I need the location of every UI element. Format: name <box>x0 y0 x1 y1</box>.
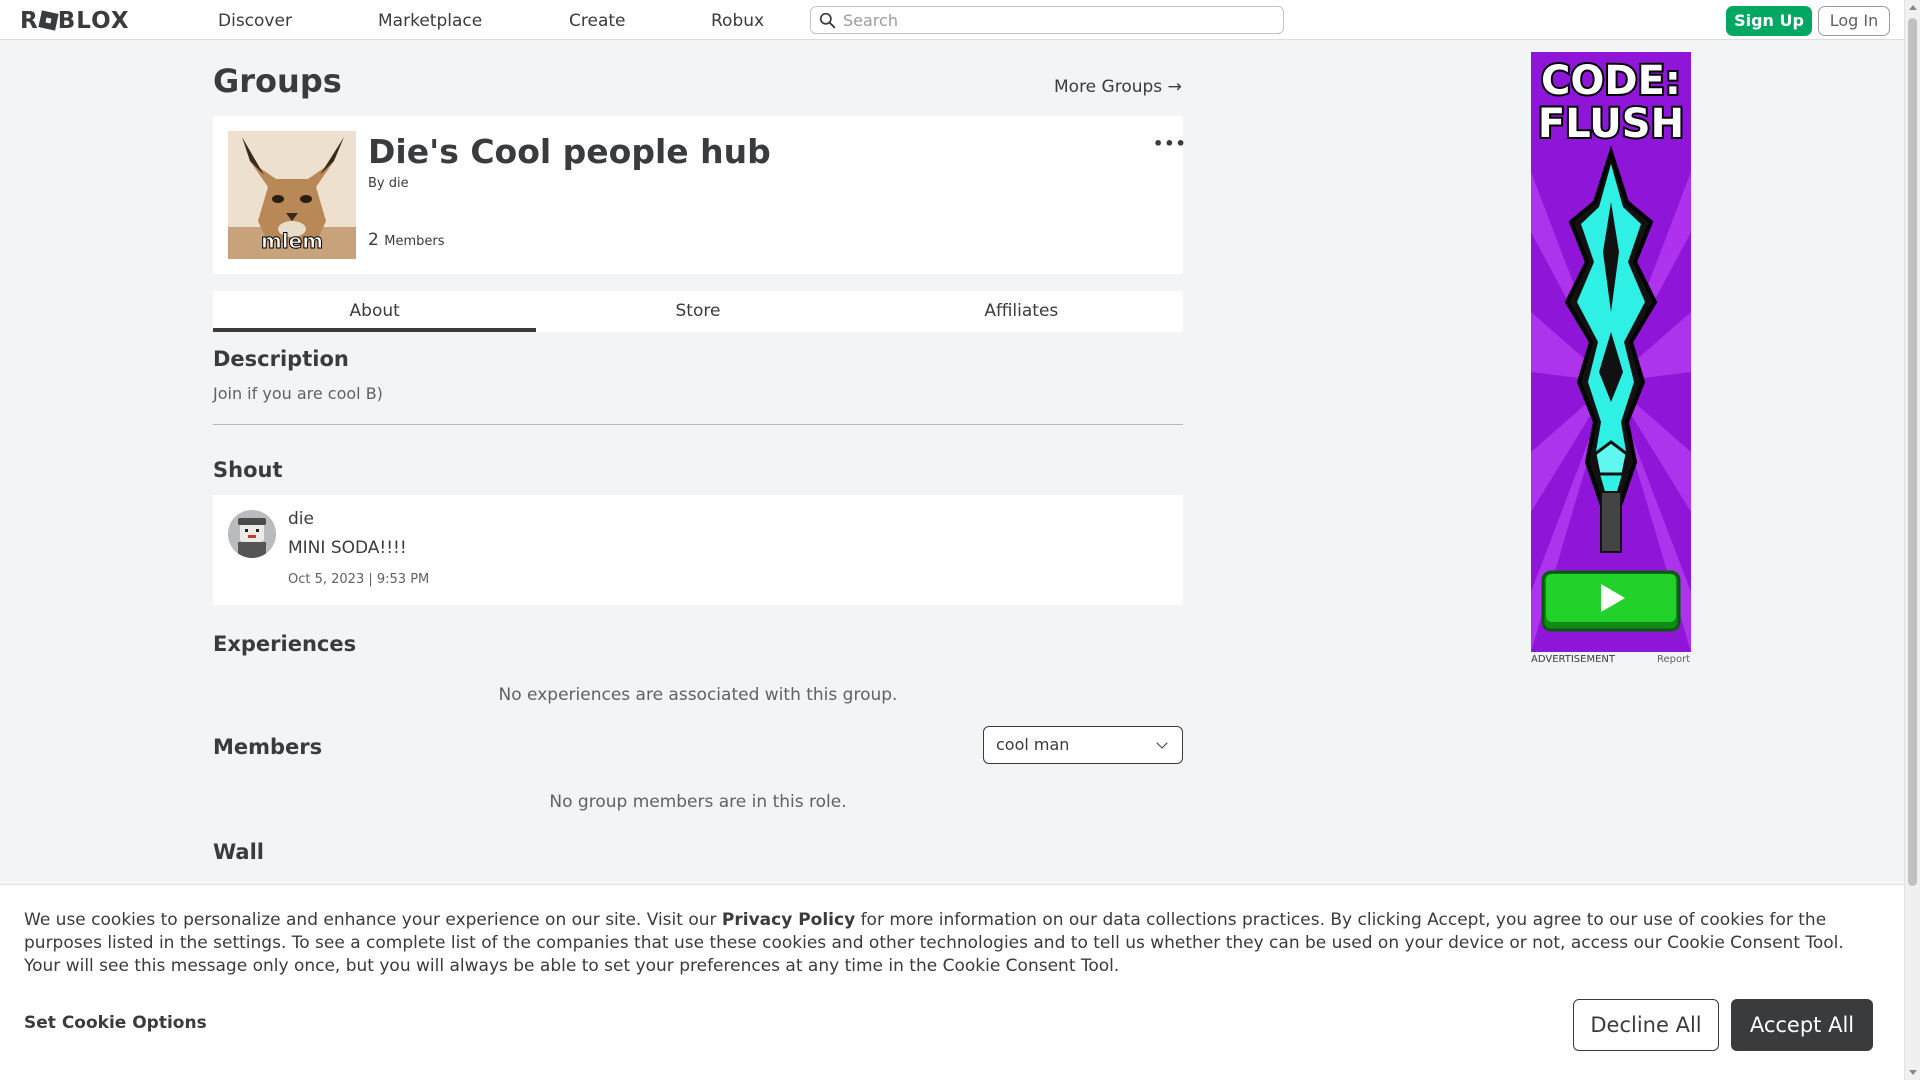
scroll-down-arrow-icon[interactable] <box>1909 1070 1917 1075</box>
scroll-thumb[interactable] <box>1908 18 1917 886</box>
description-heading: Description <box>213 347 349 371</box>
avatar[interactable] <box>228 510 276 558</box>
roblox-logo[interactable]: R BLOX <box>20 8 130 34</box>
members-heading: Members <box>213 735 323 759</box>
cookie-message: We use cookies to personalize and enhanc… <box>24 909 1884 978</box>
chevron-down-icon <box>1156 737 1168 749</box>
svg-text:FLUSH: FLUSH <box>1538 101 1684 147</box>
privacy-policy-link[interactable]: Privacy Policy <box>722 910 855 930</box>
description-text: Join if you are cool B) <box>213 384 383 403</box>
member-count-value: 2 <box>368 230 379 250</box>
decline-all-button[interactable]: Decline All <box>1573 999 1719 1051</box>
section-divider <box>213 424 1183 425</box>
nav-robux[interactable]: Robux <box>711 11 764 31</box>
more-groups-link[interactable]: More Groups → <box>1054 77 1182 97</box>
svg-text:mlem: mlem <box>261 229 323 253</box>
log-in-button[interactable]: Log In <box>1818 6 1890 36</box>
shout-username[interactable]: die <box>288 509 314 529</box>
report-ad-link[interactable]: Report <box>1657 654 1690 665</box>
tab-affiliates[interactable]: Affiliates <box>860 291 1183 332</box>
set-cookie-options-link[interactable]: Set Cookie Options <box>24 1013 207 1033</box>
cookie-text-start: We use cookies to personalize and enhanc… <box>24 910 722 930</box>
shout-message: MINI SODA!!!! <box>288 538 407 558</box>
svg-text:CODE:: CODE: <box>1541 58 1681 104</box>
group-header-card: mlem Die's Cool people hub By die 2 Memb… <box>213 116 1186 274</box>
experiences-empty-message: No experiences are associated with this … <box>498 685 898 705</box>
members-empty-message: No group members are in this role. <box>549 792 847 812</box>
shout-timestamp: Oct 5, 2023 | 9:53 PM <box>288 572 430 587</box>
group-owner-link[interactable]: die <box>389 176 409 191</box>
more-dots-icon[interactable]: ••• <box>1153 134 1187 153</box>
scroll-up-arrow-icon[interactable] <box>1909 5 1917 10</box>
page-title: Groups <box>213 62 342 100</box>
member-count-label: Members <box>384 234 445 249</box>
tab-about[interactable]: About <box>213 291 537 332</box>
group-owner-line: By die <box>368 176 409 191</box>
search-box[interactable] <box>810 6 1284 34</box>
shout-card: die MINI SODA!!!! Oct 5, 2023 | 9:53 PM <box>213 495 1183 605</box>
cookie-consent-banner: We use cookies to personalize and enhanc… <box>0 884 1904 1080</box>
accept-all-button[interactable]: Accept All <box>1731 999 1873 1051</box>
wall-heading: Wall <box>213 840 264 864</box>
experiences-heading: Experiences <box>213 632 357 656</box>
member-count: 2 Members <box>368 230 444 250</box>
top-navigation-bar: R BLOX Discover Marketplace Create Robux … <box>0 0 1904 40</box>
search-input[interactable] <box>843 9 1273 31</box>
nav-create[interactable]: Create <box>569 11 626 31</box>
group-tabs: About Store Affiliates <box>213 291 1183 332</box>
nav-marketplace[interactable]: Marketplace <box>378 11 482 31</box>
page-scrollbar[interactable] <box>1904 0 1920 1080</box>
group-name: Die's Cool people hub <box>368 132 771 171</box>
by-label: By <box>368 176 385 191</box>
search-icon <box>819 12 836 29</box>
nav-discover[interactable]: Discover <box>218 11 292 31</box>
tab-store[interactable]: Store <box>536 291 859 332</box>
advertisement-label: ADVERTISEMENT <box>1531 654 1616 665</box>
group-emblem-image: mlem <box>228 131 356 259</box>
shout-heading: Shout <box>213 458 283 482</box>
sign-up-button[interactable]: Sign Up <box>1726 6 1812 36</box>
role-dropdown[interactable]: cool man <box>983 726 1183 764</box>
role-dropdown-value: cool man <box>996 735 1070 754</box>
advertisement-banner[interactable]: CODE: FLUSH <box>1531 52 1691 652</box>
